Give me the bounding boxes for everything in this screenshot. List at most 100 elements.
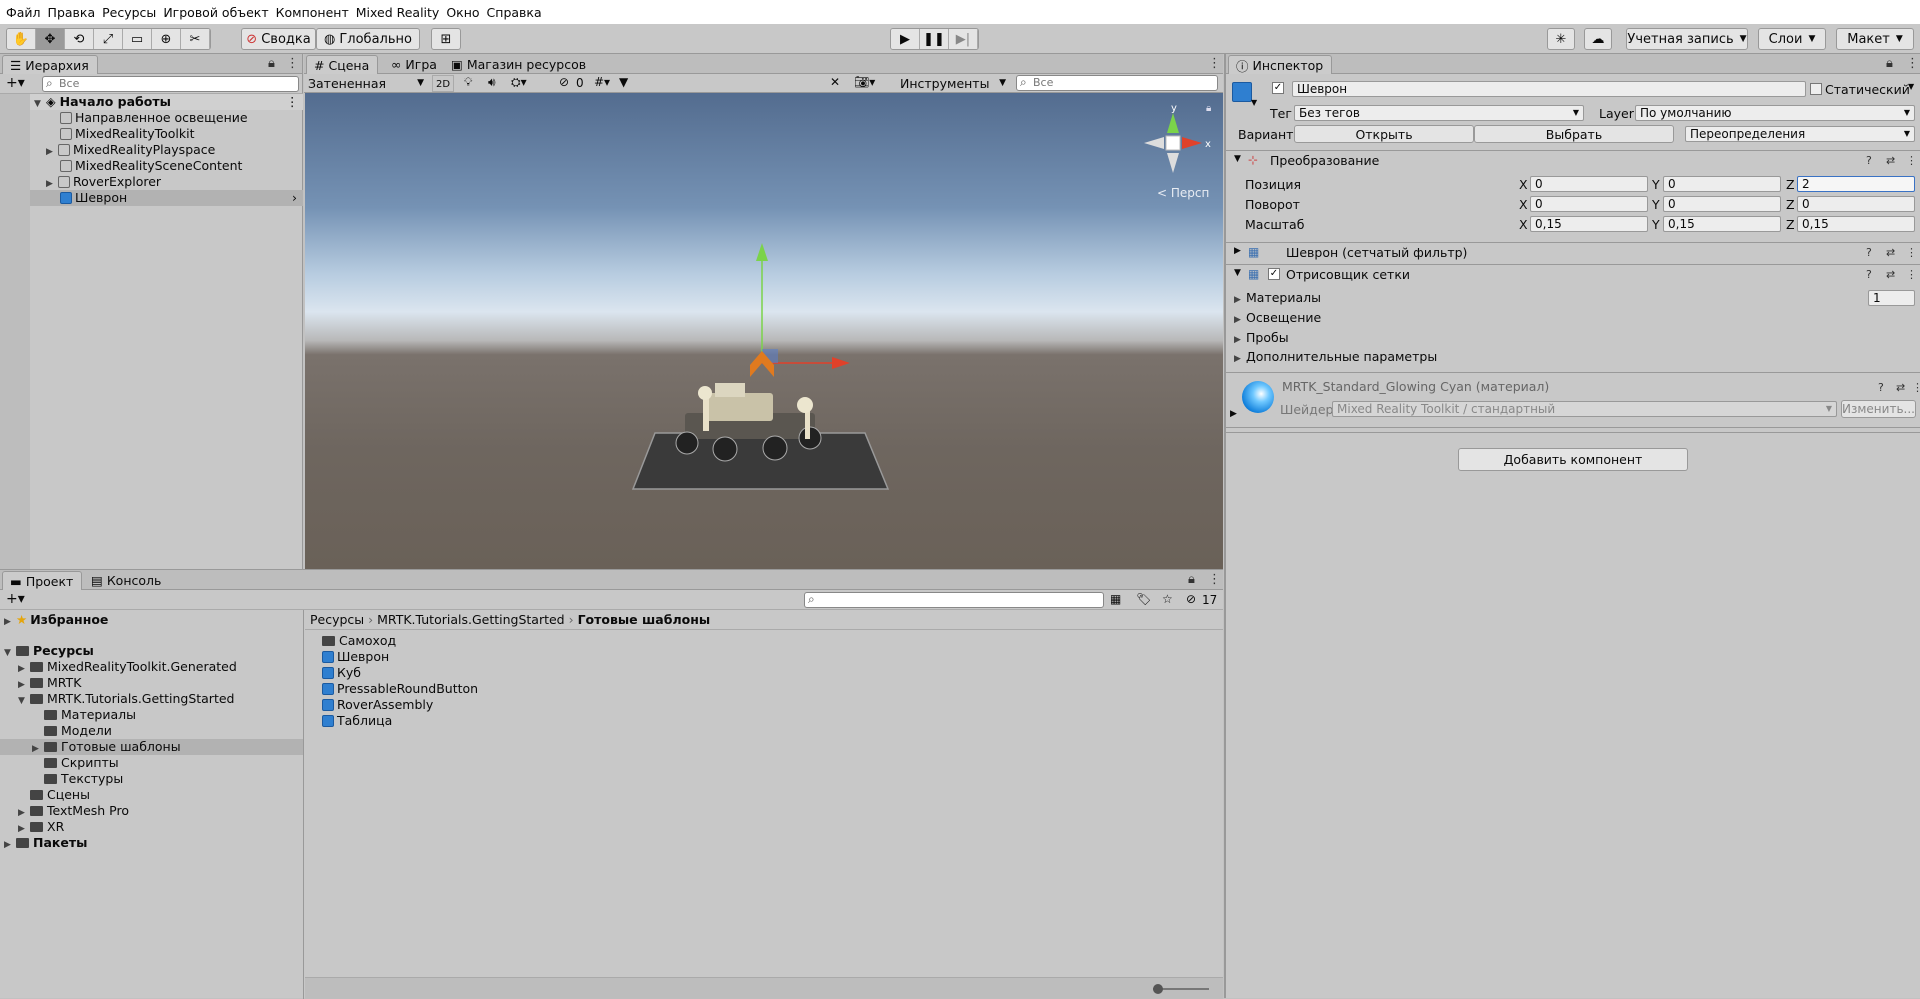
gizmo-y-arrowhead[interactable] — [756, 243, 768, 261]
filter-type-icon[interactable]: ▦ — [1110, 592, 1121, 606]
tree-item[interactable]: Материалы — [44, 707, 136, 723]
account-dropdown[interactable]: Учетная запись ▼ — [1626, 28, 1748, 50]
layers-dropdown[interactable]: Слои ▼ — [1758, 28, 1826, 50]
more-options-icon[interactable]: ⋮ — [1912, 381, 1920, 394]
position-x-field[interactable]: 0 — [1530, 176, 1648, 192]
perspective-label[interactable]: < Персп — [1157, 186, 1209, 200]
open-prefab-button[interactable]: Открыть — [1294, 125, 1474, 143]
expand-arrow-icon[interactable]: ▶ — [1234, 292, 1246, 308]
scale-z-field[interactable]: 0,15 — [1797, 216, 1915, 232]
effects-toggle-icon[interactable]: ⛭▾ — [511, 75, 527, 90]
tree-item[interactable]: ▼ MRTK.Tutorials.GettingStarted — [18, 691, 234, 707]
menu-file[interactable]: Файл — [6, 5, 41, 20]
favorites-row[interactable]: ▶ ★ Избранное — [4, 612, 108, 628]
project-search-input[interactable] — [804, 592, 1104, 608]
position-z-field[interactable]: 2 — [1797, 176, 1915, 192]
expand-arrow-icon[interactable]: ▶ — [1230, 409, 1237, 419]
tab-scene[interactable]: # Сцена — [306, 55, 379, 74]
asset-file[interactable]: Куб — [322, 665, 361, 681]
more-options-icon[interactable]: ⋮ — [1906, 154, 1917, 167]
help-icon[interactable]: ? — [1866, 154, 1872, 167]
add-component-button[interactable]: Добавить компонент — [1458, 448, 1688, 471]
tree-item[interactable]: Текстуры — [44, 771, 123, 787]
rotation-z-field[interactable]: 0 — [1797, 196, 1915, 212]
assets-root-row[interactable]: ▼ Ресурсы — [4, 643, 94, 659]
hierarchy-item[interactable]: MixedRealitySceneContent — [60, 158, 242, 174]
camera-icon[interactable]: 📷︎▾ — [854, 75, 875, 89]
asset-file[interactable]: PressableRoundButton — [322, 681, 478, 697]
hierarchy-search-input[interactable]: Все — [42, 76, 299, 92]
rotation-x-field[interactable]: 0 — [1530, 196, 1648, 212]
cloud-button[interactable]: ☁ — [1584, 28, 1612, 50]
gizmo-x-arrowhead[interactable] — [832, 357, 850, 369]
services-button[interactable]: ✳ — [1547, 28, 1575, 50]
more-options-icon[interactable]: ⋮ — [1208, 572, 1221, 587]
menu-help[interactable]: Справка — [487, 5, 542, 20]
help-icon[interactable]: ? — [1866, 246, 1872, 259]
menu-component[interactable]: Компонент — [276, 5, 349, 20]
play-icon[interactable]: ▶ — [891, 29, 920, 49]
rotate-tool-icon[interactable]: ⟲ — [65, 29, 94, 49]
tools-x-icon[interactable]: ✕ — [830, 75, 840, 89]
hierarchy-item[interactable]: Направленное освещение — [60, 110, 248, 126]
renderer-section-header[interactable]: ▼ ▦ ✓ Отрисовщик сетки ? ⇄ ⋮ — [1226, 264, 1920, 284]
expand-arrow-icon[interactable]: ▶ — [1234, 332, 1246, 348]
chevron-down-icon[interactable]: ▼ — [1251, 98, 1257, 107]
tab-project[interactable]: ▬ Проект — [2, 571, 83, 590]
tree-item[interactable]: Сцены — [30, 787, 90, 803]
expand-arrow-icon[interactable]: ▶ — [4, 837, 16, 853]
scale-y-field[interactable]: 0,15 — [1663, 216, 1781, 232]
lighting-foldout[interactable]: ▶ Освещение — [1234, 310, 1321, 326]
hierarchy-item-selected[interactable]: Шеврон › — [30, 190, 303, 206]
lighting-toggle-icon[interactable]: 💡︎ — [464, 75, 472, 90]
create-plus-icon[interactable]: +▾ — [6, 591, 25, 607]
shader-dropdown[interactable]: Mixed Reality Toolkit / стандартный ▼ — [1332, 401, 1837, 417]
position-y-field[interactable]: 0 — [1663, 176, 1781, 192]
expand-arrow-icon[interactable]: ▶ — [46, 144, 58, 160]
menu-window[interactable]: Окно — [446, 5, 479, 20]
tree-item[interactable]: ▶ MixedRealityToolkit.Generated — [18, 659, 237, 675]
more-options-icon[interactable]: ⋮ — [1208, 56, 1221, 71]
presets-icon[interactable]: ⇄ — [1896, 381, 1905, 394]
asset-file[interactable]: Таблица — [322, 713, 392, 729]
scale-tool-icon[interactable]: ⤢ — [94, 29, 123, 49]
move-tool-icon[interactable]: ✥ — [36, 29, 65, 49]
expand-arrow-icon[interactable]: ▶ — [1234, 351, 1246, 367]
tree-item[interactable]: ▶ MRTK — [18, 675, 81, 691]
breadcrumb-item-current[interactable]: Готовые шаблоны — [578, 612, 711, 627]
presets-icon[interactable]: ⇄ — [1886, 154, 1895, 167]
lock-icon[interactable]: 🔒︎ — [1206, 103, 1211, 114]
menu-gameobject[interactable]: Игровой объект — [163, 5, 268, 20]
2d-toggle[interactable]: 2D — [432, 75, 454, 92]
tree-item[interactable]: Модели — [44, 723, 112, 739]
lock-icon[interactable]: 🔒︎ — [268, 56, 275, 71]
expand-arrow-icon[interactable]: ▶ — [1234, 312, 1246, 328]
custom-tool-icon[interactable]: ✂ — [181, 29, 210, 49]
tree-item-selected[interactable]: ▶ Готовые шаблоны — [0, 739, 303, 755]
tree-item[interactable]: Скрипты — [44, 755, 119, 771]
more-options-icon[interactable]: ⋮ — [1906, 56, 1919, 71]
overrides-dropdown[interactable]: Переопределения ▼ — [1685, 126, 1915, 142]
asset-file[interactable]: Шеврон — [322, 649, 389, 665]
meshfilter-section-header[interactable]: ▶ ▦ Шеврон (сетчатый фильтр) ? ⇄ ⋮ — [1226, 242, 1920, 262]
hand-tool-icon[interactable]: ✋ — [7, 29, 36, 49]
transform-section-header[interactable]: ▼ ⊹ Преобразование ? ⇄ ⋮ — [1226, 150, 1920, 170]
renderer-enabled-checkbox[interactable]: ✓ — [1268, 268, 1280, 280]
tree-item[interactable]: ▶ TextMesh Pro — [18, 803, 129, 819]
hidden-packages-icon[interactable]: ⊘ — [1186, 592, 1196, 606]
scene-viewport[interactable]: y x < Персп 🔒︎ — [305, 93, 1223, 569]
object-name-field[interactable]: Шеврон — [1292, 81, 1806, 97]
materials-count-field[interactable]: 1 — [1868, 290, 1915, 306]
more-options-icon[interactable]: ⋮ — [1906, 246, 1917, 259]
audio-toggle-icon[interactable]: 🔊︎ — [488, 75, 496, 90]
breadcrumb-item[interactable]: MRTK.Tutorials.GettingStarted — [377, 612, 564, 627]
expand-arrow-icon[interactable]: ▶ — [32, 741, 44, 757]
edit-shader-button[interactable]: Изменить... — [1841, 400, 1916, 418]
asset-file[interactable]: Самоход — [322, 633, 396, 649]
layer-dropdown[interactable]: По умолчанию ▼ — [1635, 105, 1915, 121]
breadcrumb-item[interactable]: Ресурсы — [310, 612, 364, 627]
additional-settings-foldout[interactable]: ▶ Дополнительные параметры — [1234, 349, 1437, 365]
create-plus-icon[interactable]: +▾ — [6, 75, 25, 91]
hidden-objects-icon[interactable]: ⊘ — [559, 75, 569, 89]
rect-tool-icon[interactable]: ▭ — [123, 29, 152, 49]
